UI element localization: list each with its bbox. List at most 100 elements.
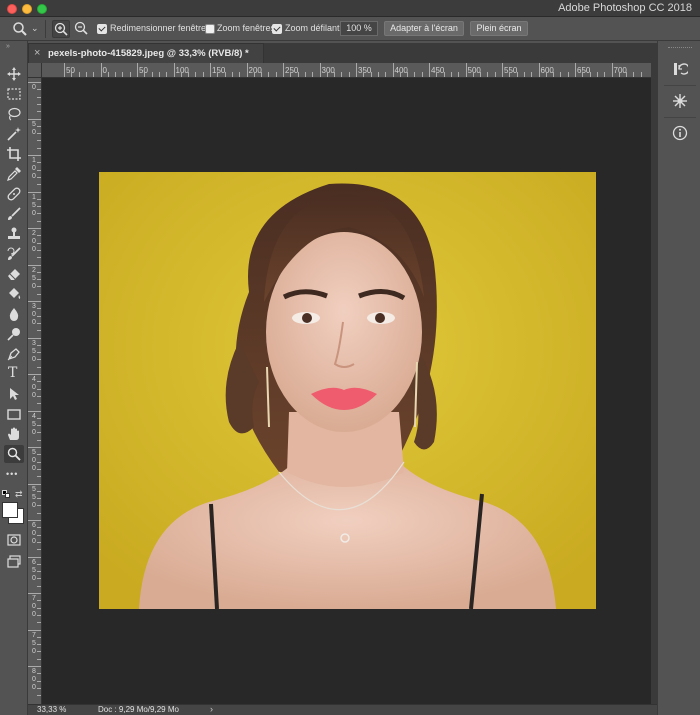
eyedropper-tool[interactable] [4,165,24,183]
document-image[interactable] [99,172,596,609]
ruler-tick [28,118,41,120]
chevron-down-icon[interactable]: ⌄ [31,23,39,34]
zoom-all-windows-checkbox[interactable] [205,24,215,34]
hand-icon [8,427,19,440]
ruler-minor-tick [290,72,292,77]
magic-wand-tool[interactable] [4,125,24,143]
default-colors-icon[interactable] [2,490,10,498]
vertical-ruler[interactable]: 0501001502002503003504004505005506006507… [28,78,42,704]
ruler-tick [283,63,284,77]
move-tool[interactable] [4,65,24,83]
ruler-minor-tick [37,403,41,405]
maximize-window-button[interactable] [37,4,47,14]
ruler-tick [210,63,211,77]
ruler-minor-tick [217,72,219,77]
history-panel-button[interactable] [672,61,690,77]
ruler-label: 250 [285,66,299,75]
ruler-minor-tick [37,140,41,142]
panel-divider [664,117,696,118]
resize-windows-checkbox[interactable] [97,24,107,34]
app-title: Adobe Photoshop CC 2018 [558,2,692,14]
status-menu-arrow[interactable]: › [210,704,213,714]
ruler-tick [28,264,41,266]
ruler-minor-tick [553,72,555,77]
marquee-tool[interactable] [4,85,24,103]
ruler-origin[interactable] [28,63,42,78]
dodge-icon [7,328,20,341]
ruler-minor-tick [37,381,41,383]
minimize-window-button[interactable] [22,4,32,14]
ruler-label: 650 [577,66,591,75]
healing-brush-tool[interactable] [4,185,24,203]
status-zoom-level[interactable]: 33,33 % [37,705,66,714]
dodge-tool[interactable] [4,325,24,343]
ruler-minor-tick [78,72,80,77]
ruler-minor-tick [531,72,533,77]
ruler-minor-tick [37,257,41,259]
rectangle-tool[interactable] [4,405,24,423]
ruler-minor-tick [37,249,41,251]
eraser-tool[interactable] [4,265,24,283]
zoom-out-button[interactable] [73,20,91,38]
lasso-tool[interactable] [4,105,24,123]
canvas-area[interactable] [42,78,657,704]
document-tab[interactable]: × pexels-photo-415829.jpeg @ 33,3% (RVB/… [28,43,264,63]
quick-mask-button[interactable] [4,531,24,549]
zoom-tool[interactable] [4,445,24,463]
history-brush-icon [7,247,21,260]
ruler-minor-tick [37,614,41,616]
ruler-minor-tick [37,468,41,470]
ruler-tick [28,593,41,594]
ruler-minor-tick [37,534,41,536]
portrait-photo [99,172,596,609]
adjustments-panel-button[interactable] [672,93,688,109]
ruler-minor-tick [37,571,41,573]
foreground-color-swatch[interactable] [2,502,18,518]
close-window-button[interactable] [7,4,17,14]
ruler-tick [28,82,41,83]
ruler-label: 400 [394,66,408,75]
scrubby-zoom-checkbox[interactable] [272,24,282,34]
edit-toolbar-button[interactable]: ••• [4,469,24,487]
ruler-tick [28,629,41,631]
zoom-level-input[interactable]: 100 % [340,21,378,36]
clone-stamp-tool[interactable] [4,225,24,243]
ruler-minor-tick [363,72,365,77]
ruler-label: 150 [212,66,226,75]
ruler-minor-tick [37,585,41,587]
tool-preset-picker[interactable] [12,21,28,37]
ruler-minor-tick [37,96,41,98]
ruler-minor-tick [37,279,41,281]
info-panel-button[interactable] [672,125,688,141]
ruler-minor-tick [407,72,409,77]
panel-collapse-icon[interactable]: » [6,43,10,50]
ruler-minor-tick [107,72,109,77]
swap-colors-icon[interactable]: ⇄ [15,489,23,500]
paint-bucket-tool[interactable] [4,285,24,303]
zoom-in-button[interactable] [52,20,70,38]
horizontal-ruler[interactable]: 50 0 50 100 150 200 250 300 350 400 450 500 550 600 65… [42,63,657,78]
ruler-minor-tick [224,72,226,77]
ruler-label: 1 [32,193,36,201]
ruler-minor-tick [37,439,41,441]
ruler-minor-tick [85,72,87,77]
panel-grip[interactable] [668,47,692,49]
ruler-label: 200 [248,66,262,75]
close-tab-icon[interactable]: × [34,47,40,59]
ruler-minor-tick [37,680,41,682]
brush-tool[interactable] [4,205,24,223]
history-brush-tool[interactable] [4,245,24,263]
hand-tool[interactable] [4,425,24,443]
path-selection-tool[interactable] [4,385,24,403]
ruler-minor-tick [37,417,41,419]
crop-tool[interactable] [4,145,24,163]
screen-mode-button[interactable] [4,553,24,571]
ruler-tick [429,63,430,77]
fit-screen-button[interactable]: Adapter à l'écran [384,21,464,36]
type-tool[interactable]: T [4,365,24,383]
blur-tool[interactable] [4,305,24,323]
pen-tool[interactable] [4,345,24,363]
fill-screen-button[interactable]: Plein écran [470,21,528,36]
ruler-minor-tick [37,498,41,500]
screen-mode-icon [7,555,21,568]
